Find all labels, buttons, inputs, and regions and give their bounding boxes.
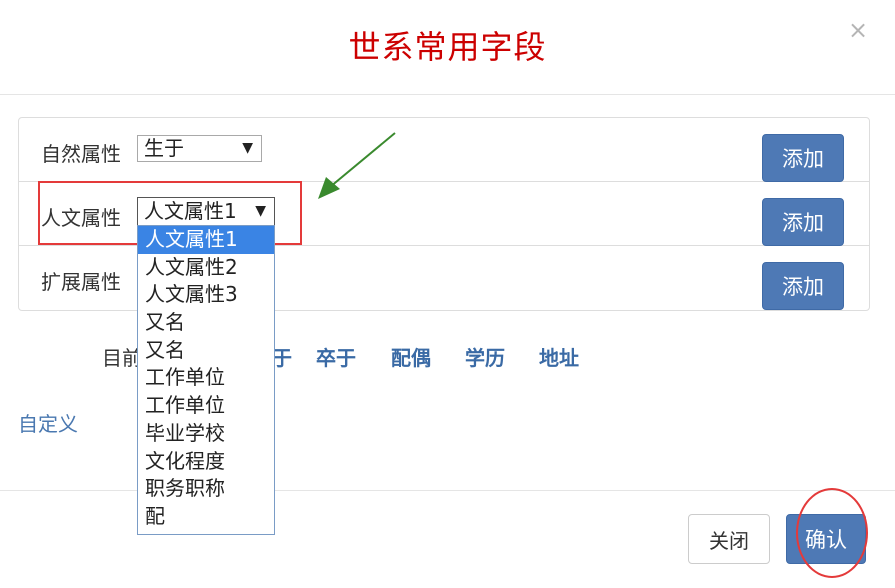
field-link[interactable]: 地址: [539, 342, 579, 371]
footer-divider: [0, 490, 895, 491]
dropdown-option[interactable]: 职务职称: [138, 475, 274, 503]
field-link[interactable]: 配偶: [391, 342, 431, 371]
dropdown-option[interactable]: 又名: [138, 337, 274, 365]
natural-attribute-select[interactable]: 生于 ▼: [137, 135, 262, 162]
natural-attribute-select-value: 生于: [144, 136, 184, 160]
modal-title: 世系常用字段: [348, 28, 547, 66]
triangle-down-icon: ▼: [242, 140, 253, 156]
current-fields-label: 目前: [102, 346, 142, 370]
close-button[interactable]: 关闭: [688, 514, 770, 564]
dropdown-option[interactable]: 配: [138, 503, 274, 531]
dropdown-option[interactable]: 又名: [138, 309, 274, 337]
dropdown-option[interactable]: 人文属性3: [138, 281, 274, 309]
dropdown-option[interactable]: 工作单位: [138, 392, 274, 420]
field-link[interactable]: 学历: [465, 342, 505, 371]
header-divider: [0, 94, 895, 95]
dropdown-option[interactable]: 毕业学校: [138, 420, 274, 448]
natural-attribute-label: 自然属性: [41, 142, 121, 166]
dropdown-option[interactable]: 人文属性2: [138, 254, 274, 282]
annotation-circle: [796, 488, 868, 578]
extended-attribute-label: 扩展属性: [41, 270, 121, 294]
add-cultural-button[interactable]: 添加: [762, 198, 844, 246]
close-icon[interactable]: ×: [848, 16, 868, 44]
custom-link[interactable]: 自定义: [18, 408, 78, 437]
dropdown-option[interactable]: 人文属性1: [138, 226, 274, 254]
dropdown-option[interactable]: 文化程度: [138, 448, 274, 476]
add-natural-button[interactable]: 添加: [762, 134, 844, 182]
field-link[interactable]: 于: [272, 342, 292, 371]
field-link[interactable]: 卒于: [316, 342, 356, 371]
modal-dialog: 世系常用字段 × 自然属性 生于 ▼ 添加 人文属性 人文属性1 ▼ 添加 扩展…: [0, 0, 895, 588]
dropdown-option[interactable]: 工作单位: [138, 364, 274, 392]
cultural-attribute-dropdown: 人文属性1 人文属性2 人文属性3 又名 又名 工作单位 工作单位 毕业学校 文…: [137, 225, 275, 535]
add-extended-button[interactable]: 添加: [762, 262, 844, 310]
annotation-arrow-icon: [318, 132, 396, 199]
